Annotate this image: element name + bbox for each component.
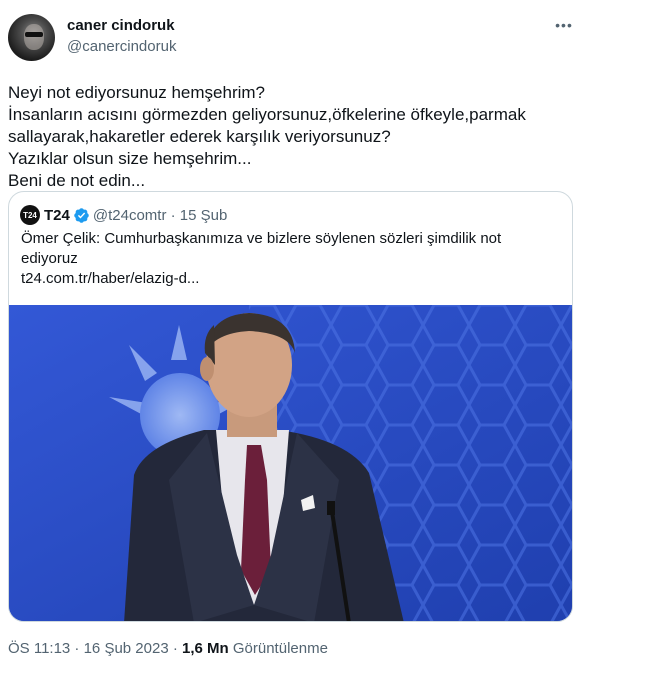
verified-badge-icon [74,207,89,223]
tweet-line: İnsanların acısını görmezden geliyorsunu… [8,105,526,124]
views-count[interactable]: 1,6 Mn [182,640,229,657]
tweet-line: Beni de not edin... [8,171,146,190]
quoted-tweet-link[interactable]: t24.com.tr/haber/elazig-d... [21,269,199,289]
avatar-glasses [25,32,43,37]
avatar[interactable] [8,14,55,61]
tweet-timestamp[interactable]: ÖS 11:13 · 16 Şub 2023 · [8,640,182,657]
tweet-meta: ÖS 11:13 · 16 Şub 2023 · 1,6 Mn Görüntül… [8,640,328,657]
quoted-tweet-text: Ömer Çelik: Cumhurbaşkanımıza ve bizlere… [21,230,502,267]
quoted-handle-date[interactable]: @t24comtr · 15 Şub [93,207,227,224]
tweet-line: Neyi not ediyorsunuz hemşehrim? [8,83,266,102]
more-options-icon[interactable]: ••• [553,14,575,36]
tweet-line: Yazıklar olsun size hemşehrim... [8,149,252,168]
avatar-face [24,24,44,50]
t24-logo: T24 [20,205,40,225]
views-label: Görüntülenme [228,640,328,657]
quoted-tweet-header: T24 T24 @t24comtr · 15 Şub [20,205,227,225]
author-handle[interactable]: @canercindoruk [67,38,176,55]
quoted-tweet-photo[interactable] [9,305,572,621]
quoted-author-name[interactable]: T24 [44,207,70,224]
author-display-name[interactable]: caner cindoruk [67,17,175,34]
tweet-text: Neyi not ediyorsunuz hemşehrim? İnsanlar… [8,82,568,192]
tweet-line: sallayarak,hakaretler ederek karşılık ve… [8,127,391,146]
speaker-photo [9,305,572,621]
quoted-tweet[interactable]: T24 T24 @t24comtr · 15 Şub Ömer Çelik: C… [8,191,573,622]
